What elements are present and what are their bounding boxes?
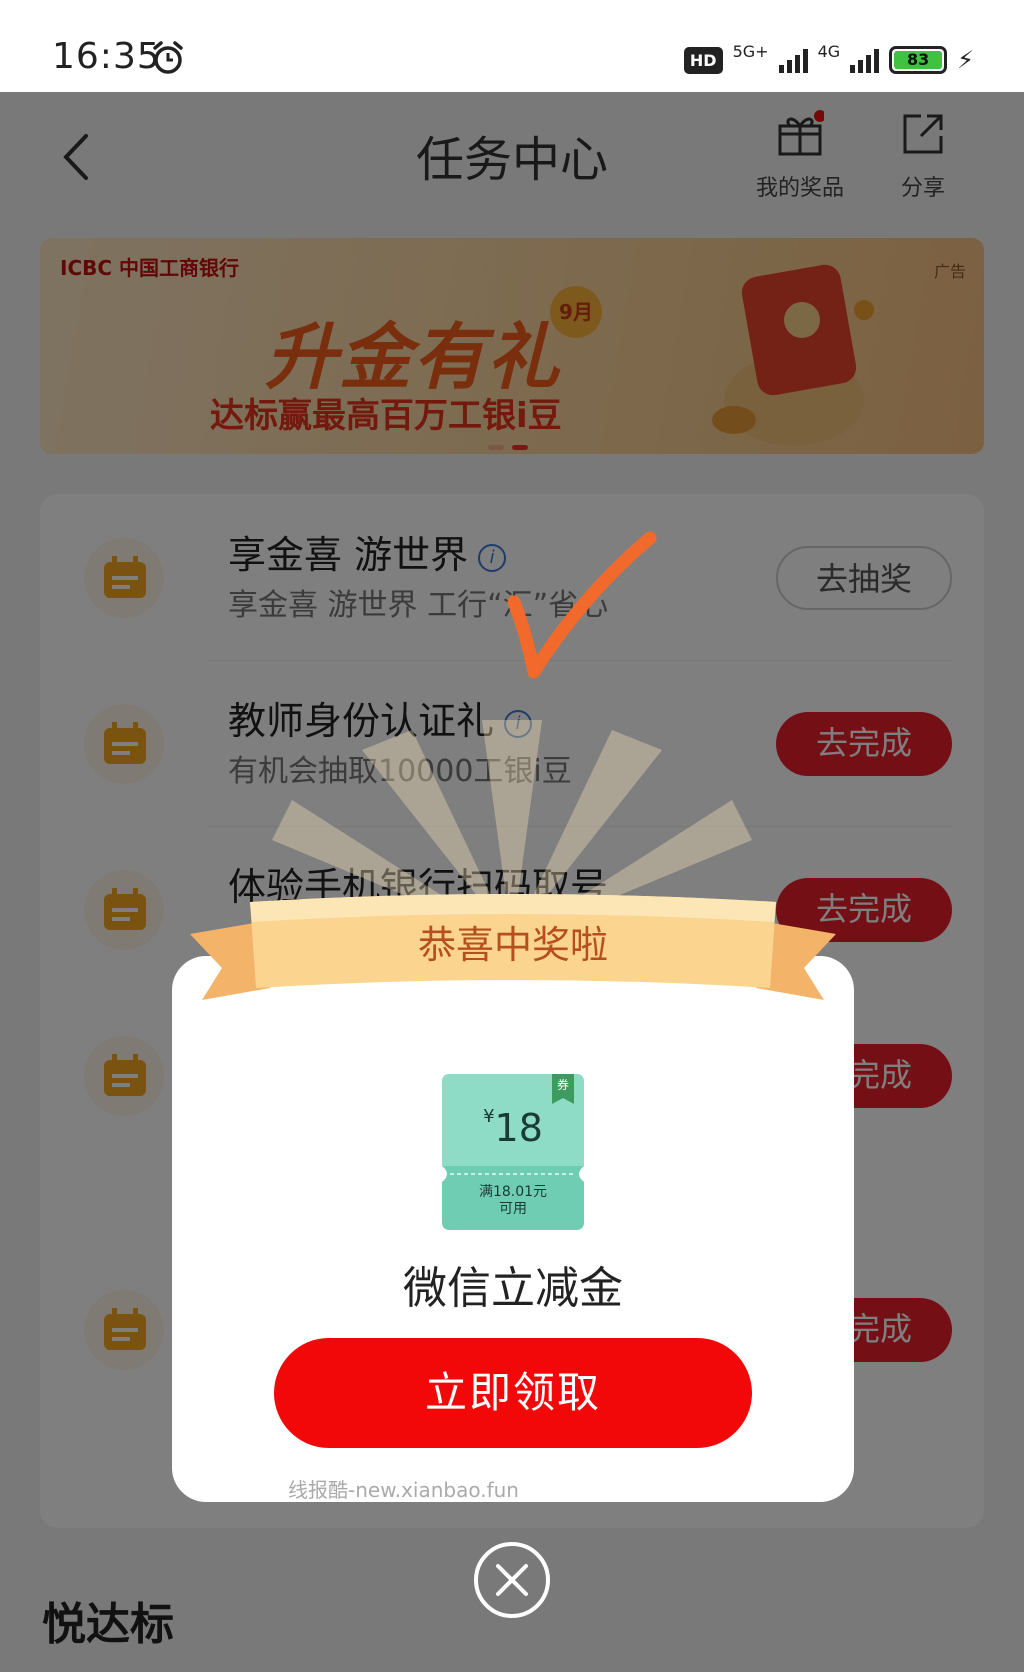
congrats-ribbon: 恭喜中奖啦 <box>190 892 836 1022</box>
signal-icon-2 <box>850 47 880 73</box>
watermark: 线报酷-new.xianbao.fun <box>288 1478 519 1502</box>
prize-name: 微信立减金 <box>403 1263 623 1314</box>
network-label-4g: 4G <box>817 41 841 61</box>
close-icon[interactable] <box>474 1542 550 1618</box>
alarm-icon <box>153 41 183 74</box>
hd-badge: HD <box>683 46 723 74</box>
coupon-card: 券 ¥18 满18.01元 可用 <box>442 1074 584 1230</box>
ribbon-text: 恭喜中奖啦 <box>417 923 608 967</box>
battery-level: 83 <box>894 51 943 69</box>
battery-icon: 83 <box>889 46 948 74</box>
coupon-condition: 满18.01元 可用 <box>478 1184 548 1217</box>
status-indicators: HD 5G+ 4G 83 ⚡ <box>683 40 974 80</box>
status-time: 16:35 <box>52 36 161 77</box>
check-mark-icon <box>507 531 657 679</box>
charging-icon: ⚡ <box>957 46 974 74</box>
network-label-5g: 5G+ <box>732 41 769 61</box>
signal-icon <box>778 47 808 73</box>
claim-now-button[interactable]: 立即领取 <box>274 1338 752 1448</box>
status-bar: 16:35 HD 5G+ 4G 83 ⚡ <box>0 0 1024 92</box>
coupon-amount: ¥18 <box>483 1106 543 1150</box>
